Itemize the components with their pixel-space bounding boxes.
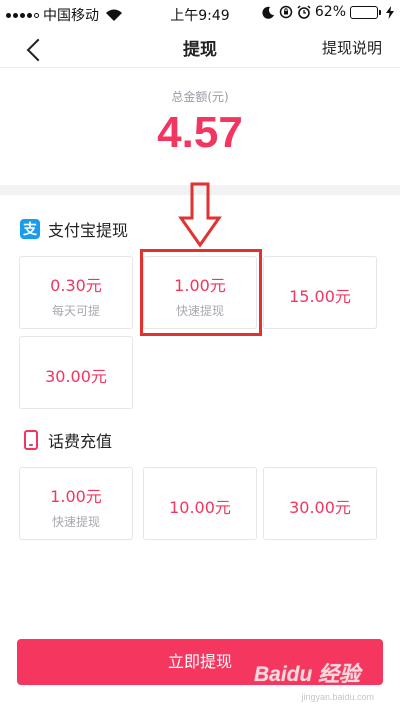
alipay-option-15-00[interactable]: 15.00元 bbox=[263, 256, 377, 329]
option-note: 每天可提 bbox=[51, 304, 100, 318]
alipay-section-title: 支 支付宝提现 bbox=[20, 217, 128, 241]
balance-amount: 4.57 bbox=[157, 108, 243, 157]
option-note: 快速提现 bbox=[51, 515, 100, 529]
status-bar: 中国移动 上午9:49 62% bbox=[0, 0, 400, 26]
alipay-icon: 支 bbox=[20, 219, 40, 239]
annotation-arrow-icon bbox=[178, 182, 222, 248]
phone-icon bbox=[24, 430, 38, 450]
balance-label: 总金额(元) bbox=[171, 90, 229, 104]
moon-icon bbox=[262, 6, 274, 19]
option-amount: 15.00元 bbox=[289, 287, 351, 306]
withdraw-instructions-link[interactable]: 提现说明 bbox=[322, 37, 382, 58]
charging-icon bbox=[386, 5, 394, 19]
nav-bar: 提现 提现说明 bbox=[0, 26, 400, 68]
option-amount: 30.00元 bbox=[289, 498, 351, 517]
status-right: 62% bbox=[262, 4, 394, 20]
orientation-lock-icon bbox=[279, 5, 293, 19]
battery-icon bbox=[350, 5, 381, 19]
phone-option-30-00[interactable]: 30.00元 bbox=[263, 467, 377, 540]
option-amount: 1.00元 bbox=[50, 487, 102, 506]
option-amount: 10.00元 bbox=[169, 498, 231, 517]
watermark-brand: Baidu 经验 bbox=[254, 663, 361, 686]
alipay-option-0-30[interactable]: 0.30元 每天可提 bbox=[19, 256, 133, 329]
phone-credit-section-label: 话费充值 bbox=[48, 432, 113, 451]
alipay-option-30-00[interactable]: 30.00元 bbox=[19, 336, 133, 409]
battery-percent: 62% bbox=[314, 4, 346, 20]
alarm-icon bbox=[297, 5, 311, 19]
phone-option-1-00[interactable]: 1.00元 快速提现 bbox=[19, 467, 133, 540]
baidu-watermark: Baidu 经验 jingyan.baidu.com bbox=[254, 656, 374, 706]
alipay-section-label: 支付宝提现 bbox=[48, 221, 129, 240]
option-amount: 0.30元 bbox=[50, 276, 102, 295]
annotation-highlight-box bbox=[140, 249, 262, 336]
phone-option-10-00[interactable]: 10.00元 bbox=[143, 467, 257, 540]
option-amount: 30.00元 bbox=[45, 367, 107, 386]
watermark-url: jingyan.baidu.com bbox=[301, 692, 374, 702]
phone-credit-section-title: 话费充值 bbox=[20, 428, 112, 452]
